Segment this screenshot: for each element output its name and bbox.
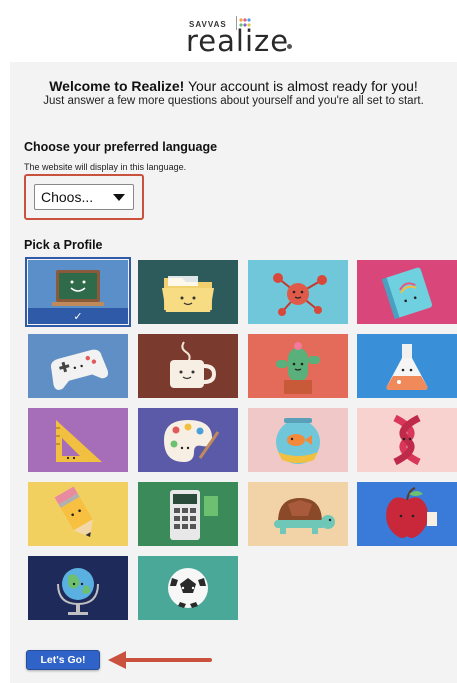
profile-tile-ruler-triangle[interactable] (28, 408, 128, 472)
flask-icon (357, 334, 457, 398)
notebook-icon (357, 260, 457, 324)
pointer-arrow-icon (108, 651, 212, 669)
savvas-realize-logo: SAVVAS realize (186, 14, 296, 58)
paint-palette-icon (138, 408, 238, 472)
welcome-subtitle: Just answer a few more questions about y… (43, 95, 424, 107)
welcome-title-rest: Your account is almost ready for you! (184, 78, 418, 94)
profile-tile-game-controller[interactable] (28, 334, 128, 398)
profile-tile-apple[interactable] (357, 482, 457, 546)
profile-tile-pencil[interactable] (28, 482, 128, 546)
pencil-icon (28, 482, 128, 546)
language-select[interactable]: Choos... (34, 184, 134, 210)
ruler-triangle-icon (28, 408, 128, 472)
language-help-text: The website will display in this languag… (24, 162, 187, 172)
selected-check-icon: ✓ (28, 310, 128, 324)
welcome-title: Welcome to Realize! Your account is almo… (10, 78, 457, 95)
profile-tile-chalkboard[interactable]: ✓ (25, 257, 131, 327)
header: SAVVAS realize (0, 0, 457, 62)
profile-tile-flask[interactable] (357, 334, 457, 398)
calculator-icon (138, 482, 238, 546)
folder-icon (138, 260, 238, 324)
game-controller-icon (28, 334, 128, 398)
language-select-value: Choos... (41, 189, 94, 205)
dna-icon (357, 408, 457, 472)
profile-tile-fish-bowl[interactable] (248, 408, 348, 472)
profile-tile-soccer-ball[interactable] (138, 556, 238, 620)
welcome-title-bold: Welcome to Realize! (49, 78, 185, 94)
profile-tile-coffee-cup[interactable] (138, 334, 238, 398)
profile-tile-dna[interactable] (357, 408, 457, 472)
profile-tile-molecule[interactable] (248, 260, 348, 324)
language-heading: Choose your preferred language (24, 140, 218, 154)
apple-icon (357, 482, 457, 546)
profile-tile-calculator[interactable] (138, 482, 238, 546)
globe-icon (28, 556, 128, 620)
profile-tile-globe[interactable] (28, 556, 128, 620)
profile-tile-turtle[interactable] (248, 482, 348, 546)
logo-wordmark: realize (186, 24, 290, 58)
language-highlight-box: Choos... (24, 174, 144, 220)
onboarding-panel: Welcome to Realize! Your account is almo… (10, 62, 457, 683)
caret-down-icon (113, 194, 125, 201)
lets-go-button[interactable]: Let's Go! (26, 650, 100, 670)
profile-tile-paint-palette[interactable] (138, 408, 238, 472)
cactus-icon (248, 334, 348, 398)
molecule-icon (248, 260, 348, 324)
profile-tile-folder[interactable] (138, 260, 238, 324)
fish-bowl-icon (248, 408, 348, 472)
coffee-cup-icon (138, 334, 238, 398)
profile-tile-cactus[interactable] (248, 334, 348, 398)
soccer-ball-icon (138, 556, 238, 620)
profile-heading: Pick a Profile (24, 238, 103, 252)
turtle-icon (248, 482, 348, 546)
profile-tile-notebook[interactable] (357, 260, 457, 324)
logo-period (287, 44, 292, 49)
